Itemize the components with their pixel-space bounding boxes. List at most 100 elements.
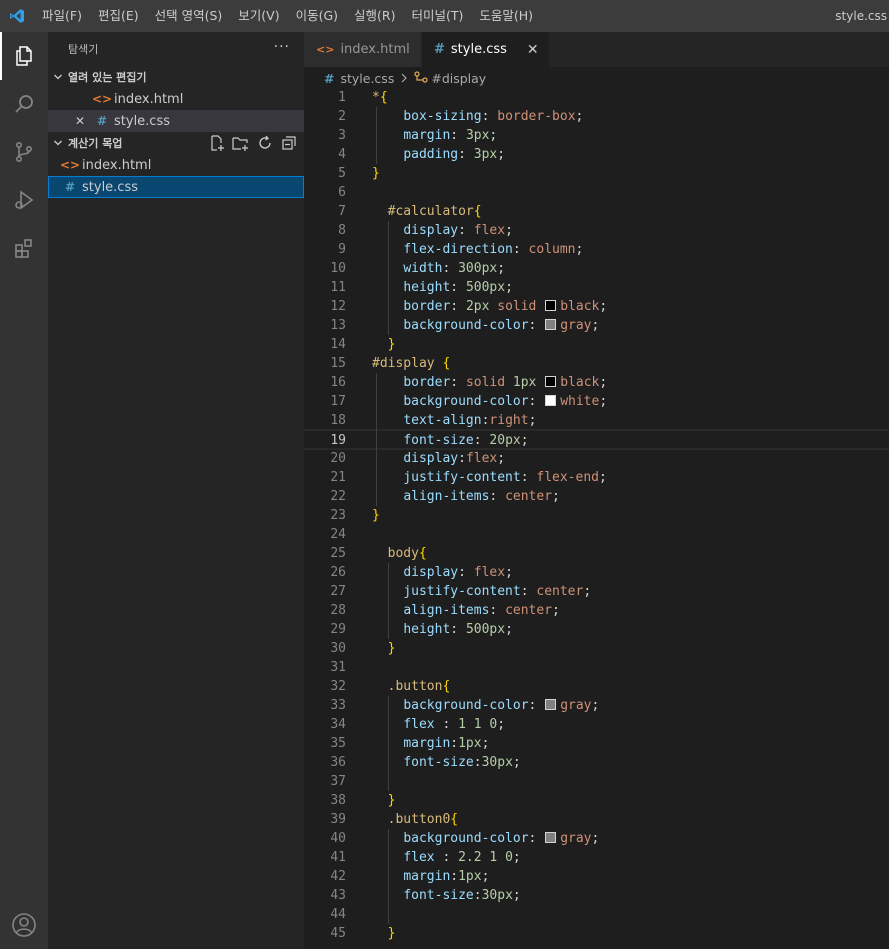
menu-item[interactable]: 실행(R) (346, 0, 403, 32)
code-line[interactable]: 8 display: flex; (304, 221, 889, 240)
tab-index-html[interactable]: <> index.html (304, 32, 422, 67)
menu-item[interactable]: 선택 영역(S) (147, 0, 231, 32)
code-line[interactable]: 21 justify-content: flex-end; (304, 468, 889, 487)
new-file-icon[interactable] (208, 134, 226, 155)
menu-item[interactable]: 도움말(H) (471, 0, 541, 32)
open-editors-header[interactable]: 열려 있는 편집기 (48, 66, 304, 88)
breadcrumb-file[interactable]: style.css (340, 71, 394, 86)
code-line[interactable]: 4 padding: 3px; (304, 145, 889, 164)
menu-item[interactable]: 이동(G) (288, 0, 346, 32)
token-val: center (505, 489, 553, 504)
token-ws (372, 926, 388, 941)
code-line[interactable]: 42 margin:1px; (304, 867, 889, 886)
account-icon[interactable] (0, 901, 48, 949)
code-line[interactable]: 41 flex : 2.2 1 0; (304, 848, 889, 867)
code-line[interactable]: 29 height: 500px; (304, 620, 889, 639)
code-line[interactable]: 27 justify-content: center; (304, 582, 889, 601)
code-line[interactable]: 9 flex-direction: column; (304, 240, 889, 259)
explorer-icon[interactable] (0, 32, 48, 80)
code-line[interactable]: 17 background-color: white; (304, 392, 889, 411)
color-swatch[interactable] (545, 319, 557, 330)
code-line[interactable]: 32 .button{ (304, 677, 889, 696)
code-line[interactable]: 11 height: 500px; (304, 278, 889, 297)
code-line[interactable]: 31 (304, 658, 889, 677)
code-line[interactable]: 34 flex : 1 1 0; (304, 715, 889, 734)
menu-item[interactable]: 터미널(T) (404, 0, 472, 32)
code-line[interactable]: 13 background-color: gray; (304, 316, 889, 335)
code-line[interactable]: 36 font-size:30px; (304, 753, 889, 772)
menu-item[interactable]: 파일(F) (34, 0, 90, 32)
code-line[interactable]: 39 .button0{ (304, 810, 889, 829)
code-line[interactable]: 14 } (304, 335, 889, 354)
code-line[interactable]: 1 *{ (304, 88, 889, 107)
color-swatch[interactable] (545, 832, 557, 843)
code-line[interactable]: 28 align-items: center; (304, 601, 889, 620)
color-swatch[interactable] (545, 699, 557, 710)
code-editor[interactable]: 1 *{2 box-sizing: border-box; 3 margin: 3p… (304, 87, 889, 949)
code-line[interactable]: 22 align-items: center; (304, 487, 889, 506)
close-icon[interactable]: ✕ (72, 114, 88, 128)
tab-style-css[interactable]: # style.css ✕ (422, 32, 550, 67)
code-text: flex-direction: column; (372, 240, 583, 259)
line-number: 32 (330, 679, 346, 694)
code-line[interactable]: 19 font-size: 20px; (304, 429, 889, 450)
code-line[interactable]: 3 margin: 3px; (304, 126, 889, 145)
code-line[interactable]: 5} (304, 164, 889, 183)
code-line[interactable]: 33 background-color: gray; (304, 696, 889, 715)
code-line[interactable]: 40 background-color: gray; (304, 829, 889, 848)
code-line[interactable]: 18 text-align:right; (304, 411, 889, 430)
code-line[interactable]: 23} (304, 506, 889, 525)
token-brace: { (473, 204, 482, 219)
token-plain: : (458, 451, 466, 466)
code-line[interactable]: 24 (304, 525, 889, 544)
open-editor-item-index-html[interactable]: <> index.html (48, 88, 304, 110)
workspace-header[interactable]: 계산기 목업 (48, 132, 304, 154)
color-swatch[interactable] (545, 395, 557, 406)
new-folder-icon[interactable] (232, 134, 250, 155)
code-text: text-align:right; (372, 411, 536, 430)
code-line[interactable]: 38 } (304, 791, 889, 810)
color-swatch[interactable] (545, 300, 557, 311)
line-number: 23 (330, 508, 346, 523)
code-line[interactable]: 6 (304, 183, 889, 202)
more-actions-icon[interactable]: ··· (274, 39, 290, 55)
open-editor-item-style-css[interactable]: ✕ # style.css (48, 110, 304, 132)
token-brace: { (442, 679, 451, 694)
source-control-icon[interactable] (0, 128, 48, 176)
code-line[interactable]: 30 } (304, 639, 889, 658)
search-icon[interactable] (0, 80, 48, 128)
extensions-icon[interactable] (0, 224, 48, 272)
code-line[interactable]: 44 (304, 905, 889, 924)
code-line[interactable]: 10 width: 300px; (304, 259, 889, 278)
token-plain: ; (591, 831, 600, 846)
code-line[interactable]: 37 (304, 772, 889, 791)
code-line[interactable]: 20 display:flex; (304, 449, 889, 468)
menu-item[interactable]: 보기(V) (230, 0, 287, 32)
line-number: 20 (330, 451, 346, 466)
workspace-item-index-html[interactable]: <> index.html (48, 154, 304, 176)
code-line[interactable]: 12 border: 2px solid black; (304, 297, 889, 316)
code-line[interactable]: 16 border: solid 1px black; (304, 373, 889, 392)
token-prop: display (403, 223, 459, 238)
code-line[interactable]: 45 } (304, 924, 889, 943)
code-line[interactable]: 43 font-size:30px; (304, 886, 889, 905)
menu-item[interactable]: 편집(E) (90, 0, 147, 32)
code-line[interactable]: 15 #display { (304, 354, 889, 373)
code-line[interactable]: 26 display: flex; (304, 563, 889, 582)
code-line[interactable]: 25 body{ (304, 544, 889, 563)
code-line[interactable]: 2 box-sizing: border-box; (304, 107, 889, 126)
workspace-item-style-css[interactable]: # style.css (48, 176, 304, 198)
run-debug-icon[interactable] (0, 176, 48, 224)
color-swatch[interactable] (545, 376, 557, 387)
close-icon[interactable]: ✕ (527, 42, 539, 58)
token-val: white (560, 394, 600, 409)
token-plain: ; (591, 698, 600, 713)
collapse-all-icon[interactable] (280, 134, 298, 155)
token-val: gray (560, 318, 592, 333)
token-plain: ; (489, 128, 498, 143)
code-line[interactable]: 35 margin:1px; (304, 734, 889, 753)
breadcrumb-symbol[interactable]: #display (431, 71, 486, 86)
line-number: 37 (330, 774, 346, 789)
code-line[interactable]: 7 #calculator{ (304, 202, 889, 221)
refresh-icon[interactable] (256, 134, 274, 155)
